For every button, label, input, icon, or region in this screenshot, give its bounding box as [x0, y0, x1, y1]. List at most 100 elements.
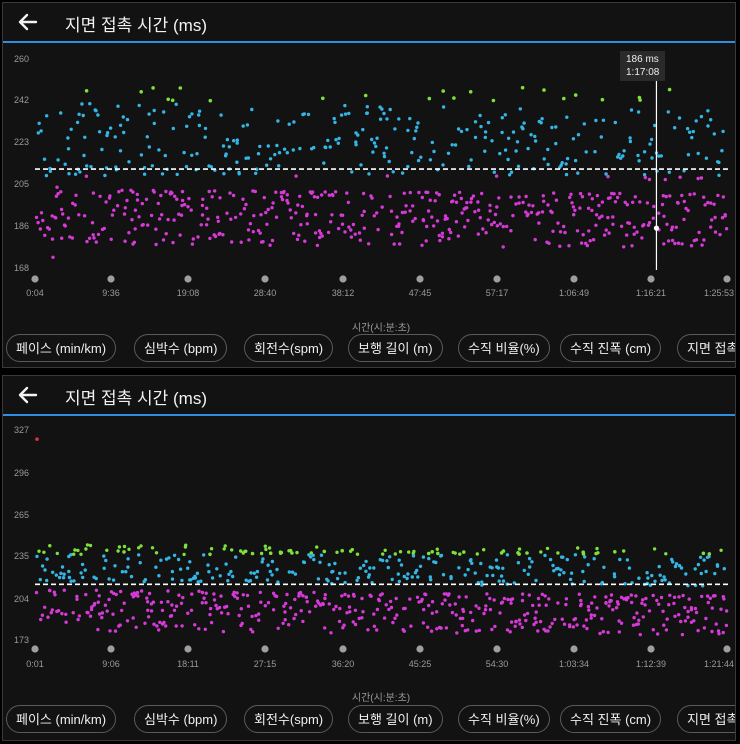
- data-point: [160, 213, 164, 217]
- data-point: [81, 113, 85, 118]
- data-point: [488, 203, 492, 207]
- data-point: [159, 558, 163, 562]
- scatter-plot[interactable]: [3, 376, 736, 671]
- chip-pace[interactable]: 페이스 (min/km): [6, 334, 117, 362]
- scatter-plot[interactable]: [3, 3, 736, 298]
- data-point: [486, 218, 490, 222]
- data-point: [578, 206, 582, 210]
- data-point: [305, 212, 309, 216]
- data-point: [628, 136, 632, 140]
- data-point: [152, 108, 156, 113]
- data-point: [382, 151, 386, 155]
- data-point: [336, 226, 341, 231]
- data-point: [629, 593, 633, 597]
- data-point: [704, 569, 708, 574]
- data-point: [293, 572, 298, 576]
- data-point: [178, 233, 182, 237]
- data-point: [299, 609, 303, 613]
- data-point: [520, 598, 525, 603]
- data-point: [501, 224, 505, 229]
- data-point: [579, 241, 584, 245]
- x-tick-dot: [723, 275, 731, 283]
- data-point: [203, 627, 207, 631]
- chip-pace[interactable]: 페이스 (min/km): [6, 705, 117, 733]
- data-point: [469, 558, 473, 562]
- data-point: [480, 191, 484, 196]
- data-point: [147, 112, 151, 116]
- data-point: [625, 203, 629, 207]
- data-point: [323, 596, 327, 601]
- data-point: [335, 576, 340, 581]
- data-point: [251, 630, 255, 634]
- data-point: [537, 603, 541, 607]
- data-point: [146, 608, 150, 612]
- chip-vertical-ratio[interactable]: 수직 비율(%): [458, 705, 550, 733]
- x-tick-dot: [723, 645, 731, 653]
- chip-ground-contact[interactable]: 지면 접촉: [677, 334, 735, 362]
- chip-cadence[interactable]: 회전수(spm): [244, 705, 334, 733]
- data-point: [175, 172, 179, 177]
- data-point: [43, 568, 47, 572]
- chip-cadence[interactable]: 회전수(spm): [244, 334, 334, 362]
- x-tick-dot: [261, 645, 269, 653]
- data-point: [540, 117, 544, 121]
- data-point: [496, 566, 501, 570]
- data-point: [461, 616, 465, 621]
- data-point: [333, 120, 337, 125]
- chip-vertical-oscillation[interactable]: 수직 진폭 (cm): [560, 334, 662, 362]
- data-point: [670, 238, 675, 243]
- data-point: [426, 190, 430, 195]
- data-point: [360, 213, 364, 217]
- data-point: [613, 120, 617, 125]
- data-point: [233, 215, 238, 220]
- data-point: [529, 210, 534, 215]
- data-point: [307, 610, 312, 614]
- data-point: [696, 176, 700, 181]
- data-point: [69, 579, 73, 583]
- data-point: [356, 133, 360, 137]
- data-point: [443, 598, 447, 602]
- data-point: [276, 119, 280, 123]
- data-point: [147, 145, 151, 149]
- data-point: [75, 597, 79, 601]
- data-point: [380, 558, 385, 563]
- data-point: [368, 566, 372, 570]
- chip-heart-rate[interactable]: 심박수 (bpm): [134, 334, 228, 362]
- data-point: [592, 613, 597, 618]
- data-point: [430, 550, 435, 554]
- chip-stride-length[interactable]: 보행 길이 (m): [348, 705, 443, 733]
- chip-ground-contact[interactable]: 지면 접촉: [677, 705, 735, 733]
- data-point: [621, 154, 625, 158]
- data-point: [218, 574, 222, 578]
- data-point: [595, 546, 599, 551]
- data-point: [597, 203, 601, 208]
- data-point: [614, 606, 619, 610]
- chip-vertical-ratio[interactable]: 수직 비율(%): [458, 334, 550, 362]
- chip-vertical-oscillation[interactable]: 수직 진폭 (cm): [560, 705, 662, 733]
- data-point: [702, 195, 706, 199]
- data-point: [208, 612, 212, 617]
- data-point: [471, 618, 475, 623]
- data-point: [520, 85, 525, 90]
- data-point: [275, 143, 279, 148]
- chip-heart-rate[interactable]: 심박수 (bpm): [134, 705, 228, 733]
- data-point: [221, 233, 225, 237]
- data-point: [36, 220, 40, 225]
- data-point: [429, 629, 434, 633]
- data-point: [692, 192, 696, 196]
- data-point: [48, 588, 52, 593]
- data-point: [453, 143, 458, 147]
- data-point: [237, 613, 241, 618]
- data-point: [635, 230, 639, 234]
- data-point: [145, 135, 149, 139]
- data-point: [289, 216, 293, 220]
- data-point: [435, 547, 439, 551]
- data-point: [596, 551, 600, 555]
- data-point: [35, 554, 39, 559]
- data-point: [122, 212, 127, 216]
- data-point: [43, 233, 47, 237]
- data-point: [677, 116, 682, 120]
- data-point: [687, 597, 691, 601]
- data-point: [376, 227, 380, 232]
- chip-stride-length[interactable]: 보행 길이 (m): [348, 334, 443, 362]
